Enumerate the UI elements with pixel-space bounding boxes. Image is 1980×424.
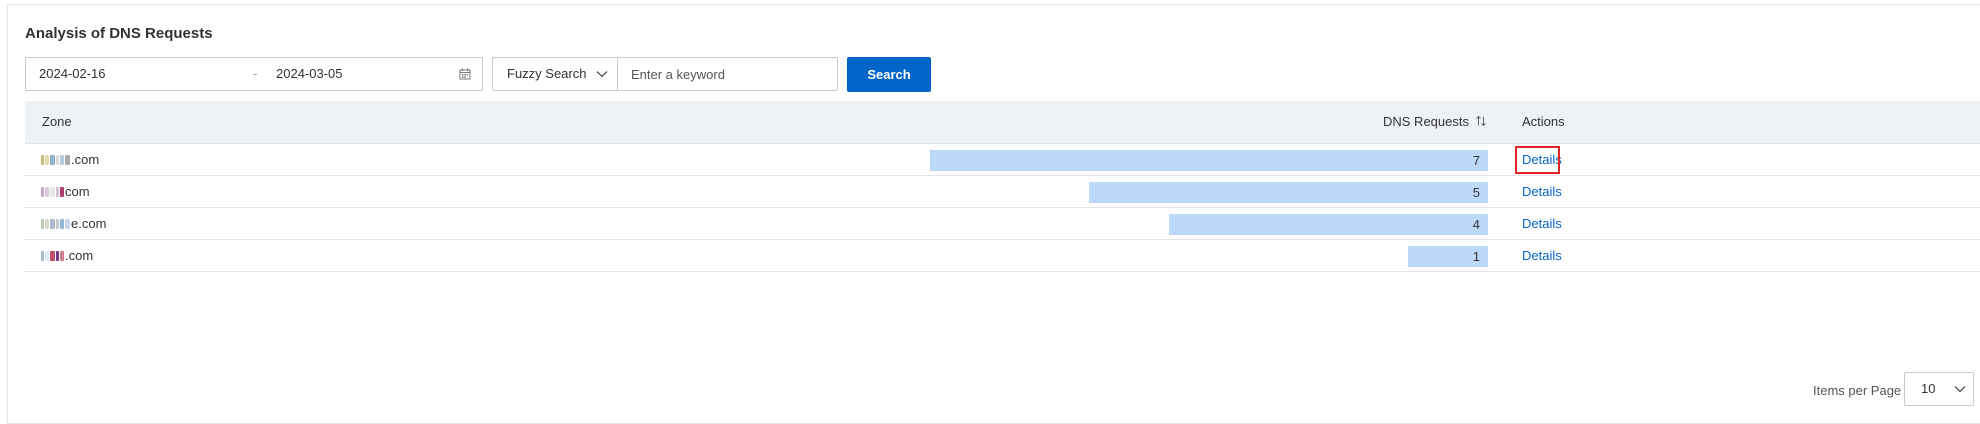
redacted-zone-fragment: [60, 154, 64, 165]
highlight-box: [1515, 146, 1560, 174]
redacted-zone-fragment: [56, 186, 59, 197]
column-dns-requests[interactable]: DNS Requests: [1383, 101, 1501, 143]
redacted-zone-fragment: [41, 154, 44, 165]
details-link[interactable]: Details: [1522, 240, 1562, 271]
redacted-zone-fragment: [50, 186, 55, 197]
request-bar-track: 5: [425, 182, 1488, 203]
details-link[interactable]: Details: [1522, 208, 1562, 239]
details-link[interactable]: Details: [1522, 176, 1562, 207]
request-count: 7: [1472, 153, 1480, 168]
redacted-zone-fragment: [65, 154, 70, 165]
chevron-down-icon: [1954, 386, 1966, 393]
table-header: Zone DNS Requests Actions: [25, 101, 1980, 144]
table-row: .com 1 Details: [25, 240, 1980, 272]
date-separator: -: [253, 66, 258, 81]
request-bar-track: 1: [425, 246, 1488, 267]
request-count: 1: [1472, 249, 1480, 264]
redacted-zone-fragment: [60, 218, 64, 229]
zone-name: e.com: [41, 208, 106, 239]
redacted-zone-fragment: [60, 250, 64, 261]
chevron-down-icon: [596, 71, 608, 78]
calendar-icon[interactable]: [458, 67, 472, 81]
search-button[interactable]: Search: [847, 57, 931, 92]
zone-name: com: [41, 176, 90, 207]
table-row: .com 7 Details: [25, 144, 1980, 176]
items-per-page-label: Items per Page: [1813, 383, 1902, 398]
redacted-zone-fragment: [60, 186, 64, 197]
keyword-input[interactable]: [617, 57, 838, 91]
redacted-zone-fragment: [56, 218, 59, 229]
table-row: com 5 Details: [25, 176, 1980, 208]
zone-suffix: e.com: [71, 216, 107, 231]
request-bar-track: 7: [425, 150, 1488, 171]
request-count: 4: [1472, 217, 1480, 232]
end-date[interactable]: 2024-03-05: [276, 58, 343, 90]
redacted-zone-fragment: [45, 186, 49, 197]
redacted-zone-fragment: [50, 218, 55, 229]
date-range-picker[interactable]: 2024-02-16 - 2024-03-05: [25, 57, 483, 91]
redacted-zone-fragment: [41, 250, 44, 261]
page-size-select[interactable]: 10: [1904, 372, 1974, 406]
request-bar-track: 4: [425, 214, 1488, 235]
request-bar: [930, 150, 1488, 171]
zone-name: .com: [41, 240, 93, 271]
request-bar: [1169, 214, 1488, 235]
zone-suffix: com: [65, 184, 90, 199]
start-date[interactable]: 2024-02-16: [39, 58, 106, 90]
sort-icon[interactable]: [1475, 115, 1487, 127]
redacted-zone-fragment: [56, 154, 59, 165]
zone-suffix: .com: [65, 248, 94, 263]
redacted-zone-fragment: [41, 218, 44, 229]
page-size-value: 10: [1921, 381, 1936, 396]
search-mode-select[interactable]: Fuzzy Search: [492, 57, 618, 91]
redacted-zone-fragment: [65, 218, 70, 229]
column-dns-requests-label: DNS Requests: [1383, 114, 1469, 129]
column-actions: Actions: [1522, 114, 1565, 129]
redacted-zone-fragment: [41, 186, 44, 197]
redacted-zone-fragment: [50, 154, 55, 165]
page-title: Analysis of DNS Requests: [25, 25, 213, 42]
redacted-zone-fragment: [45, 154, 49, 165]
request-count: 5: [1472, 185, 1480, 200]
search-mode-label: Fuzzy Search: [507, 66, 587, 81]
table-row: e.com 4 Details: [25, 208, 1980, 240]
zone-name: .com: [41, 144, 99, 175]
redacted-zone-fragment: [56, 250, 59, 261]
zone-suffix: .com: [71, 152, 100, 167]
request-bar: [1089, 182, 1488, 203]
column-zone: Zone: [42, 114, 72, 129]
redacted-zone-fragment: [50, 250, 55, 261]
redacted-zone-fragment: [45, 218, 49, 229]
redacted-zone-fragment: [45, 250, 49, 261]
